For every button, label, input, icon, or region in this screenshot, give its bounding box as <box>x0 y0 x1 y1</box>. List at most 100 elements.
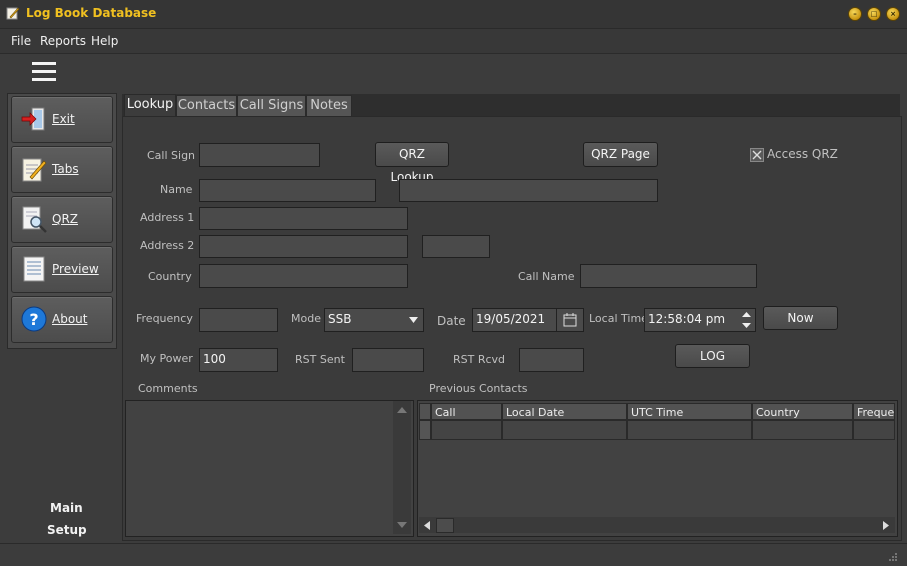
date-value: 19/05/2021 <box>476 312 546 326</box>
column-header-country[interactable]: Country <box>752 403 853 420</box>
country-input[interactable] <box>199 264 408 288</box>
close-icon: × <box>890 10 896 18</box>
local-time-value: 12:58:04 pm <box>648 312 726 326</box>
resize-grip-icon[interactable] <box>886 550 898 562</box>
maximize-icon: □ <box>870 10 878 18</box>
tab-contacts[interactable]: Contacts <box>176 95 237 117</box>
frequency-label: Frequency <box>136 312 193 325</box>
sidebar-main-link[interactable]: Main <box>50 501 83 515</box>
my-power-label: My Power <box>140 352 193 365</box>
svg-text:?: ? <box>29 310 38 329</box>
grid-cell[interactable] <box>502 420 627 440</box>
menu-help[interactable]: Help <box>91 34 118 48</box>
qrz-label: QRZ <box>52 212 79 226</box>
preview-label: Preview <box>52 262 99 276</box>
menu-bar: File Reports Help <box>0 29 907 54</box>
mode-label: Mode <box>291 312 321 325</box>
my-power-input[interactable]: 100 <box>199 348 278 372</box>
window-title: Log Book Database <box>26 6 157 20</box>
column-header-local-date[interactable]: Local Date <box>502 403 627 420</box>
scroll-up-icon <box>397 407 407 413</box>
rst-rcvd-label: RST Rcvd <box>453 353 506 366</box>
scroll-down-icon <box>397 522 407 528</box>
maximize-button[interactable]: □ <box>867 7 881 21</box>
address1-input[interactable] <box>199 207 408 230</box>
date-label: Date <box>437 314 466 328</box>
exit-button[interactable]: Exit <box>11 96 113 143</box>
app-pencil-icon <box>6 7 20 20</box>
about-label: About <box>52 312 88 326</box>
column-header-call[interactable]: Call <box>431 403 502 420</box>
mode-select[interactable]: SSB <box>324 308 424 332</box>
sidebar-setup-link[interactable]: Setup <box>47 523 87 537</box>
hamburger-menu-icon[interactable] <box>32 62 56 82</box>
about-button[interactable]: ? About <box>11 296 113 343</box>
menu-file[interactable]: File <box>11 34 31 48</box>
spin-down-icon <box>742 323 751 328</box>
minimize-icon: – <box>853 10 857 18</box>
tab-notes[interactable]: Notes <box>306 95 352 117</box>
qrz-button[interactable]: QRZ <box>11 196 113 243</box>
exit-label: Exit <box>52 112 75 126</box>
document-preview-icon <box>23 256 45 282</box>
scroll-thumb[interactable] <box>436 518 454 533</box>
grid-row-header[interactable] <box>419 420 431 440</box>
title-bar: Log Book Database – □ × <box>0 0 907 29</box>
access-qrz-checkbox[interactable] <box>750 148 764 162</box>
column-header-frequency[interactable]: Frequen <box>853 403 895 420</box>
rst-sent-input[interactable] <box>352 348 424 372</box>
log-button[interactable]: LOG <box>675 344 750 368</box>
preview-button[interactable]: Preview <box>11 246 113 293</box>
qrz-page-button[interactable]: QRZ Page <box>583 142 658 167</box>
tabs-label: Tabs <box>52 162 79 176</box>
status-bar <box>0 543 907 566</box>
comments-textarea[interactable] <box>125 400 414 537</box>
tabs-button[interactable]: Tabs <box>11 146 113 193</box>
name-label: Name <box>160 183 193 196</box>
local-time-label: Local Time <box>589 312 648 325</box>
time-up-button[interactable] <box>738 309 755 320</box>
grid-cell[interactable] <box>627 420 752 440</box>
rst-rcvd-input[interactable] <box>519 348 584 372</box>
access-qrz-label: Access QRZ <box>767 147 838 161</box>
tab-lookup[interactable]: Lookup <box>124 94 176 117</box>
calendar-icon <box>563 313 577 327</box>
scroll-right-icon <box>883 521 889 530</box>
minimize-button[interactable]: – <box>848 7 862 21</box>
address2-label: Address 2 <box>140 239 195 252</box>
notepad-pencil-icon <box>22 158 47 182</box>
grid-row-header-corner <box>419 403 431 420</box>
chevron-down-icon <box>409 317 418 323</box>
first-name-input[interactable] <box>199 179 376 202</box>
tab-call-signs[interactable]: Call Signs <box>237 95 306 117</box>
checkbox-x-icon <box>752 150 762 160</box>
postcode-input[interactable] <box>422 235 490 258</box>
grid-cell[interactable] <box>431 420 502 440</box>
scroll-left-icon <box>424 521 430 530</box>
call-name-input[interactable] <box>580 264 757 288</box>
exit-door-icon <box>21 107 45 131</box>
call-sign-input[interactable] <box>199 143 320 167</box>
document-search-icon <box>22 206 47 233</box>
calendar-button[interactable] <box>556 309 584 331</box>
close-button[interactable]: × <box>886 7 900 21</box>
column-header-utc-time[interactable]: UTC Time <box>627 403 752 420</box>
grid-cell[interactable] <box>752 420 853 440</box>
time-down-button[interactable] <box>738 320 755 331</box>
now-button[interactable]: Now <box>763 306 838 330</box>
spin-up-icon <box>742 312 751 317</box>
grid-horizontal-scrollbar[interactable] <box>419 517 895 533</box>
frequency-input[interactable] <box>199 308 278 332</box>
grid-cell[interactable] <box>853 420 895 440</box>
country-label: Country <box>148 270 192 283</box>
address1-label: Address 1 <box>140 211 195 224</box>
last-name-input[interactable] <box>399 179 658 202</box>
previous-contacts-label: Previous Contacts <box>429 382 528 395</box>
call-sign-label: Call Sign <box>147 149 196 162</box>
qrz-lookup-button[interactable]: QRZ Lookup <box>375 142 449 184</box>
comments-label: Comments <box>138 382 198 395</box>
comments-scrollbar[interactable] <box>393 401 411 534</box>
menu-reports[interactable]: Reports <box>40 34 86 48</box>
address2-input[interactable] <box>199 235 408 258</box>
mode-value: SSB <box>328 312 352 326</box>
